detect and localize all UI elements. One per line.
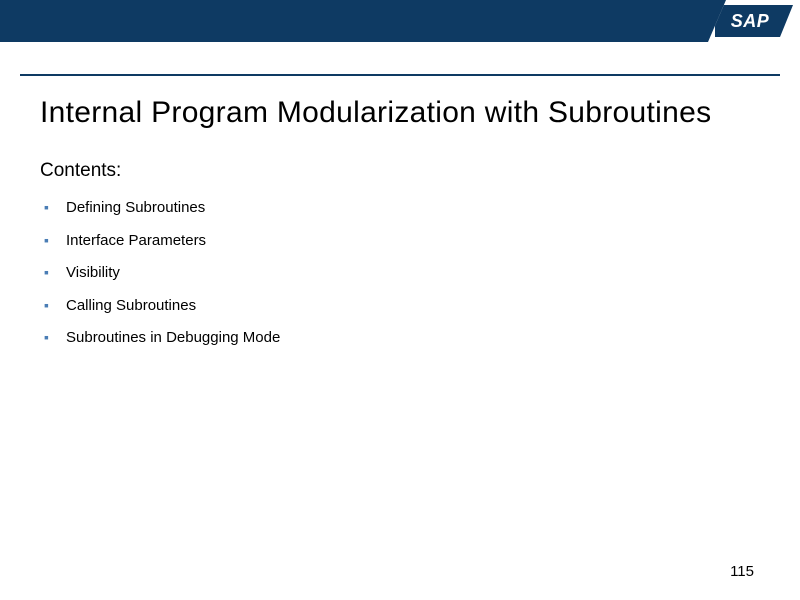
list-item: Calling Subroutines	[44, 296, 760, 316]
list-item: Interface Parameters	[44, 231, 760, 251]
list-item: Visibility	[44, 263, 760, 283]
list-item: Defining Subroutines	[44, 198, 760, 218]
contents-label: Contents:	[40, 160, 760, 182]
sap-logo: SAP	[715, 5, 793, 37]
content-area: Internal Program Modularization with Sub…	[0, 42, 800, 348]
list-item: Subroutines in Debugging Mode	[44, 328, 760, 348]
title-underline	[20, 74, 780, 76]
logo-container: SAP	[708, 0, 800, 42]
slide-title: Internal Program Modularization with Sub…	[40, 96, 760, 130]
header-bar: SAP	[0, 0, 800, 42]
logo-background: SAP	[708, 0, 800, 42]
bullet-list: Defining Subroutines Interface Parameter…	[40, 198, 760, 348]
page-number: 115	[730, 563, 754, 580]
